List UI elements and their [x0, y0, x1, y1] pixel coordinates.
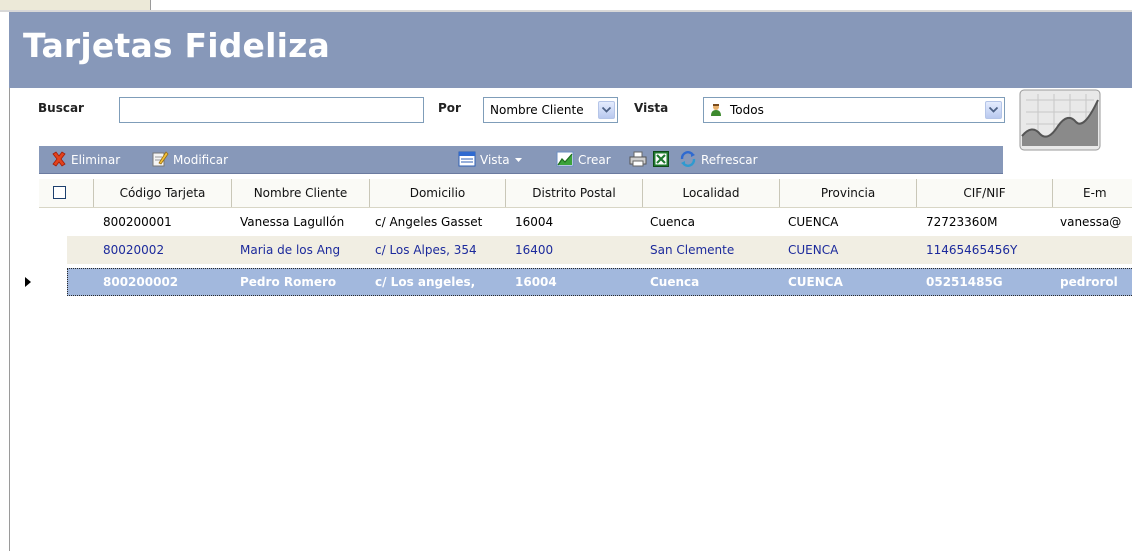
export-excel-button[interactable] — [653, 150, 669, 170]
page-title: Tarjetas Fideliza — [23, 26, 331, 65]
chevron-down-icon[interactable] — [985, 101, 1002, 119]
search-row: Buscar Por Nombre Cliente Vista Todos — [10, 88, 1132, 146]
print-icon — [629, 151, 647, 170]
selection-focus-frame — [67, 268, 1132, 296]
table-cell: vanessa@ — [1060, 215, 1122, 229]
create-label: Crear — [578, 153, 611, 167]
view-label: Vista — [480, 153, 510, 167]
edit-button[interactable]: Modificar — [151, 150, 229, 171]
chart-icon[interactable] — [1018, 88, 1102, 152]
por-label: Por — [438, 101, 461, 115]
por-select[interactable]: Nombre Cliente — [483, 97, 618, 123]
select-all-cell — [39, 179, 94, 207]
table-cell: CUENCA — [788, 243, 839, 257]
table-cell: Maria de los Ang — [240, 243, 341, 257]
table-cell: c/ Angeles Gasset — [375, 215, 483, 229]
user-icon — [710, 103, 722, 120]
por-select-value: Nombre Cliente — [490, 103, 584, 117]
edit-icon — [151, 150, 169, 171]
table-cell: 16004 — [515, 215, 554, 229]
delete-label: Eliminar — [71, 153, 121, 167]
create-chart-icon — [556, 151, 574, 170]
toolbar: Eliminar Modificar Vista Crear Refrescar — [39, 146, 1003, 174]
title-bar: Tarjetas Fideliza — [9, 12, 1132, 88]
table-cell: CUENCA — [788, 215, 839, 229]
table-row[interactable]: 80020002 Maria de los Ang c/ Los Alpes, … — [39, 236, 1132, 264]
excel-icon — [653, 150, 669, 170]
table-cell: 80020002 — [103, 243, 165, 257]
table-cell: Cuenca — [650, 215, 695, 229]
buscar-label: Buscar — [38, 101, 84, 115]
table-cell: 16400 — [515, 243, 554, 257]
delete-button[interactable]: Eliminar — [51, 150, 121, 170]
refresh-icon — [679, 150, 697, 171]
table-cell: 11465465456Y — [926, 243, 1018, 257]
column-header[interactable]: Provincia — [780, 179, 917, 207]
search-input[interactable] — [119, 97, 424, 123]
print-button[interactable] — [629, 151, 647, 169]
table-cell: 800200001 — [103, 215, 172, 229]
top-tab — [0, 0, 151, 10]
table-cell: San Clemente — [650, 243, 735, 257]
row-gutter — [39, 268, 67, 296]
column-header[interactable]: Nombre Cliente — [232, 179, 370, 207]
vista-select[interactable]: Todos — [703, 97, 1005, 123]
row-pointer-icon — [25, 276, 31, 290]
table-row[interactable]: 800200001 Vanessa Lagullón c/ Angeles Ga… — [39, 208, 1132, 236]
view-button[interactable]: Vista — [458, 151, 522, 169]
create-button[interactable]: Crear — [556, 151, 611, 169]
column-header[interactable]: Código Tarjeta — [94, 179, 232, 207]
table-cell — [1060, 236, 1132, 264]
column-header[interactable]: CIF/NIF — [917, 179, 1053, 207]
table-cell: c/ Los Alpes, 354 — [375, 243, 477, 257]
refresh-label: Refrescar — [701, 153, 758, 167]
delete-icon — [51, 150, 67, 170]
table-cell: 72723360M — [926, 215, 998, 229]
table-cell: Vanessa Lagullón — [240, 215, 345, 229]
column-header[interactable]: Domicilio — [370, 179, 506, 207]
refresh-button[interactable]: Refrescar — [679, 150, 758, 171]
column-header[interactable]: Localidad — [643, 179, 780, 207]
edit-label: Modificar — [173, 153, 229, 167]
vista-select-value: Todos — [730, 103, 764, 117]
row-gutter — [39, 236, 67, 264]
chevron-down-icon[interactable] — [598, 101, 615, 119]
left-border — [9, 88, 10, 551]
view-icon — [458, 151, 476, 170]
column-header[interactable]: Distrito Postal — [506, 179, 643, 207]
vista-label: Vista — [634, 101, 669, 115]
select-all-checkbox[interactable] — [53, 186, 66, 199]
column-header[interactable]: E-m — [1053, 179, 1132, 207]
caret-down-icon — [514, 158, 522, 162]
grid-header: Código Tarjeta Nombre Cliente Domicilio … — [39, 179, 1132, 208]
